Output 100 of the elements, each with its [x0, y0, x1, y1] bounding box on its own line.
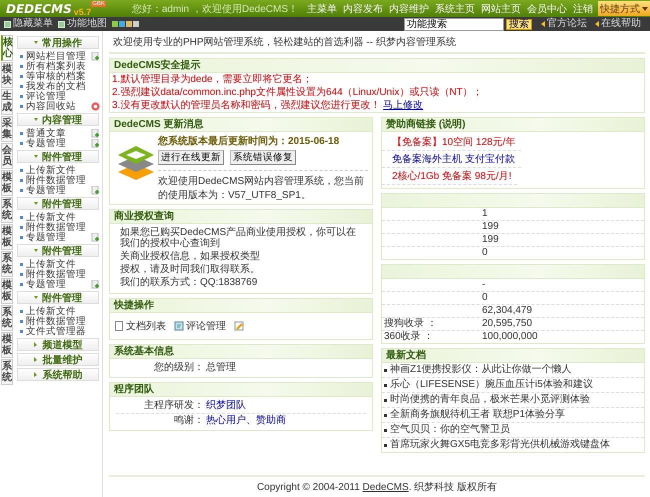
info-label: 鸣谢： [173, 414, 205, 428]
menu-item[interactable]: 评论管理 [26, 90, 66, 102]
menu-item[interactable]: 普通文章 [26, 126, 66, 140]
caret-icon [34, 249, 38, 254]
nav-link[interactable]: 注销 [573, 2, 593, 16]
stat-value: - [482, 279, 486, 291]
menu-item[interactable]: 附件数据管理 [26, 268, 86, 280]
bullet-icon [20, 178, 23, 182]
update-button[interactable]: 进行在线更新 [158, 150, 224, 165]
menu-item[interactable]: 我发布的文档 [26, 80, 86, 92]
search-button[interactable]: 搜索 [506, 18, 532, 30]
menu-item[interactable]: 附件数据管理 [26, 174, 86, 186]
side-tab[interactable]: 生成 [1, 89, 13, 115]
side-tab[interactable]: 模板 [1, 170, 13, 196]
menu-group-header[interactable]: 内容管理 [17, 113, 99, 126]
menu-item[interactable]: 内容回收站 [26, 100, 76, 112]
shortcut-button[interactable]: 快捷方式 [598, 1, 650, 16]
menu-item[interactable]: 附件数据管理 [26, 314, 86, 328]
side-tab[interactable]: 模块 [1, 62, 13, 88]
side-tab[interactable]: 系统 [1, 359, 13, 385]
side-tab[interactable]: 模板 [1, 332, 13, 358]
menu-item[interactable]: 上传新文件 [26, 304, 76, 318]
menu-item[interactable]: 专题管理 [26, 136, 66, 150]
bullet-icon [384, 384, 387, 386]
stat-value: 199 [482, 221, 499, 233]
doc-link[interactable]: 全新商务旗舰待机王者 联想P1体验分享 [390, 409, 566, 421]
caret-icon [34, 202, 38, 207]
menu-item[interactable]: 文件式管理器 [26, 324, 86, 338]
side-tab[interactable]: 采集 [1, 116, 13, 142]
fix-now-link[interactable]: 马上修改 [383, 100, 424, 111]
doc-link[interactable]: 首席玩家火舞GX5电竞多彩背光供机械游戏键盘体 [390, 439, 610, 451]
nav-link[interactable]: 会员中心 [527, 2, 567, 16]
side-tab[interactable]: 核心 [1, 35, 13, 61]
add-icon [91, 186, 100, 194]
nav-link[interactable]: 内容发布 [343, 2, 383, 16]
side-tab[interactable]: 会员 [1, 143, 13, 169]
bullet-icon [20, 84, 23, 88]
info-value[interactable]: 热心用户、赞助商 [206, 414, 286, 428]
stat-value: 20,595,750 [482, 318, 532, 330]
side-tab[interactable]: 模板 [1, 224, 13, 250]
add-icon [91, 128, 100, 138]
auth-text: 关商业授权信息，如果授权类型 [119, 250, 261, 263]
quick-op-link[interactable]: 评论管理 [186, 319, 226, 333]
forum-link[interactable]: 官方论坛 [538, 18, 587, 30]
auth-text: 授权，请及时同我们取得联系。 [119, 263, 261, 276]
doc-link[interactable]: 乐心（LIFESENSE）腕压血压计i5体验和建议 [390, 379, 593, 391]
add-icon [91, 138, 100, 148]
info-value[interactable]: 织梦团队 [206, 399, 246, 413]
nav-link[interactable]: 主菜单 [307, 2, 337, 16]
sponsor-link[interactable]: 2核心/1Gb 免备案 98元/月! [392, 171, 512, 182]
menu-item[interactable]: 上传新文件 [26, 258, 76, 270]
sponsor-link[interactable]: 【免备案】10空间 128元/年 [392, 137, 516, 148]
menu-item[interactable]: 所有档案列表 [26, 60, 86, 72]
menu-group-header[interactable]: 频道模型 [17, 338, 99, 351]
bullet-icon [20, 310, 23, 312]
feature-map-link[interactable]: 功能地图 [58, 18, 107, 30]
update-button[interactable]: 系统错误修复 [230, 150, 296, 165]
stat-value: 0 [482, 247, 488, 259]
bullet-icon [384, 444, 387, 446]
nav-link[interactable]: 系统主页 [435, 2, 475, 16]
bullet-icon [20, 226, 23, 228]
menu-item[interactable]: 上传新文件 [26, 164, 76, 176]
search-field[interactable]: 功能搜索 [404, 18, 504, 30]
menu-item[interactable]: 等审核的档案 [26, 70, 86, 82]
caret-icon [34, 357, 38, 362]
side-tab[interactable]: 系统 [1, 251, 13, 277]
theme-swatches-icon[interactable] [112, 21, 140, 27]
panel-title: 快捷操作 [110, 299, 372, 313]
hide-menu-link[interactable]: 隐藏菜单 [4, 18, 53, 30]
help-link[interactable]: 在线帮助 [592, 18, 641, 30]
menu-group-header[interactable]: 附件管理 [17, 150, 99, 163]
doc-link[interactable]: 时尚便携的青年良品，极米芒果小觅评测体验 [390, 394, 590, 406]
doc-link[interactable]: 神画Z1便携投影仪：从此让你做一个懒人 [390, 364, 572, 376]
menu-group-header[interactable]: 系统帮助 [17, 368, 99, 381]
nav-link[interactable]: 网站主页 [481, 2, 521, 16]
menu-group-header[interactable]: 附件管理 [17, 244, 99, 257]
menu-item[interactable]: 专题管理 [26, 230, 66, 244]
menu-item[interactable]: 专题管理 [26, 278, 66, 290]
caret-icon [34, 342, 38, 347]
dedecms-link[interactable]: DedeCMS [362, 482, 409, 493]
menu-group-header[interactable]: 附件管理 [17, 291, 99, 304]
menu-group-header[interactable]: 常用操作 [17, 36, 99, 49]
bullet-icon [20, 168, 23, 172]
bullet-icon [20, 188, 23, 192]
document-icon [114, 321, 124, 331]
nav-link[interactable]: 内容维护 [389, 2, 429, 16]
menu-item[interactable]: 专题管理 [26, 184, 66, 196]
sponsor-link[interactable]: 免备案海外主机 支付宝付款 [392, 154, 515, 165]
quick-op-link[interactable]: 文档列表 [126, 319, 166, 333]
side-tab[interactable]: 系统 [1, 197, 13, 223]
menu-item[interactable]: 网站栏目管理 [26, 50, 86, 62]
caret-icon [34, 372, 38, 377]
side-tab[interactable]: 模板 [1, 278, 13, 304]
doc-link[interactable]: 空气贝贝：你的空气警卫员 [390, 424, 510, 436]
bullet-icon [20, 236, 23, 238]
menu-item[interactable]: 附件数据管理 [26, 220, 86, 234]
menu-group-header[interactable]: 批量维护 [17, 353, 99, 366]
menu-group-header[interactable]: 附件管理 [17, 197, 99, 210]
menu-item[interactable]: 上传新文件 [26, 210, 76, 224]
side-tab[interactable]: 系统 [1, 305, 13, 331]
